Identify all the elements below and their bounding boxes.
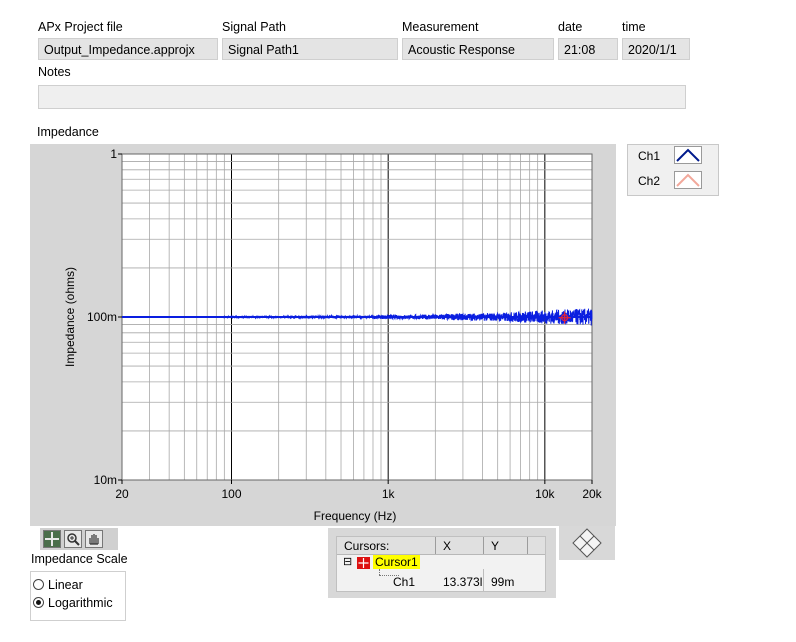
cursor-table-header: Cursors: X Y xyxy=(337,537,545,555)
notes-label: Notes xyxy=(38,65,71,79)
scale-option-label: Linear xyxy=(48,578,83,592)
signal-path-field[interactable]: Signal Path1 xyxy=(222,38,398,60)
time-label: time xyxy=(622,20,646,34)
cursor-name[interactable]: Cursor1 xyxy=(373,555,420,569)
cursor-row-channel: Ch1 xyxy=(393,575,416,589)
cursor-move-icon[interactable] xyxy=(43,530,61,548)
graph-tools-palette xyxy=(40,528,118,550)
legend-item-ch2[interactable]: Ch2 xyxy=(628,170,714,192)
pan-hand-icon[interactable] xyxy=(85,530,103,548)
collapse-icon[interactable]: ⊟ xyxy=(343,555,352,568)
impedance-scale-group: Linear Logarithmic xyxy=(30,571,126,621)
x-tick-label: 100 xyxy=(221,487,241,501)
project-file-field[interactable]: Output_Impedance.approjx xyxy=(38,38,218,60)
impedance-chart[interactable]: 20 100 1k 10k 20k 1 100m 10m Frequency (Hz) Imp… xyxy=(30,144,616,526)
cursor-y-header: Y xyxy=(491,539,500,553)
x-tick-label: 1k xyxy=(382,487,396,501)
cursors-header: Cursors: xyxy=(344,539,390,553)
legend-item-ch1[interactable]: Ch1 xyxy=(628,145,714,167)
y-tick-label: 10m xyxy=(94,473,117,487)
measurement-label: Measurement xyxy=(402,20,479,34)
impedance-scale-label: Impedance Scale xyxy=(31,552,128,566)
line-style-icon[interactable] xyxy=(674,146,702,164)
cursor-mover-panel xyxy=(559,526,615,560)
plot-legend: Ch1 Ch2 xyxy=(627,144,719,196)
cursor-marker-icon[interactable] xyxy=(357,557,370,569)
graph-panel: 20 100 1k 10k 20k 1 100m 10m Frequency (Hz) Imp… xyxy=(30,144,616,526)
cursor-legend-panel: Cursors: X Y ⊟ Cursor1 Ch1 13.373l 99m xyxy=(328,528,556,598)
measurement-field[interactable]: Acoustic Response xyxy=(402,38,554,60)
zoom-icon[interactable] xyxy=(64,530,82,548)
x-tick-label: 20 xyxy=(115,487,129,501)
cursor-row-x: 13.373l xyxy=(443,575,483,589)
date-field[interactable]: 21:08 xyxy=(558,38,618,60)
y-tick-label: 1 xyxy=(110,147,117,161)
x-tick-label: 20k xyxy=(582,487,602,501)
time-field[interactable]: 2020/1/1 xyxy=(622,38,690,60)
y-tick-label: 100m xyxy=(87,310,117,324)
project-file-label: APx Project file xyxy=(38,20,123,34)
x-axis-label: Frequency (Hz) xyxy=(314,509,397,523)
cursor-x-header: X xyxy=(443,539,452,553)
cursor-mover-icon[interactable] xyxy=(559,526,615,560)
line-style-icon[interactable] xyxy=(674,171,702,189)
radio-button[interactable] xyxy=(33,579,44,590)
x-tick-label: 10k xyxy=(535,487,555,501)
scale-option-logarithmic[interactable]: Logarithmic xyxy=(33,595,123,611)
legend-label: Ch2 xyxy=(638,174,661,188)
signal-path-label: Signal Path xyxy=(222,20,286,34)
y-axis-label: Impedance (ohms) xyxy=(63,267,77,367)
notes-field[interactable] xyxy=(38,85,686,109)
scale-option-label: Logarithmic xyxy=(48,596,113,610)
cursor-table: Cursors: X Y ⊟ Cursor1 Ch1 13.373l 99m xyxy=(336,536,546,592)
radio-button[interactable] xyxy=(33,597,44,608)
date-label: date xyxy=(558,20,583,34)
legend-label: Ch1 xyxy=(638,149,661,163)
graph-title: Impedance xyxy=(37,125,99,139)
cursor-row-y: 99m xyxy=(491,575,515,589)
scale-option-linear[interactable]: Linear xyxy=(33,577,123,593)
